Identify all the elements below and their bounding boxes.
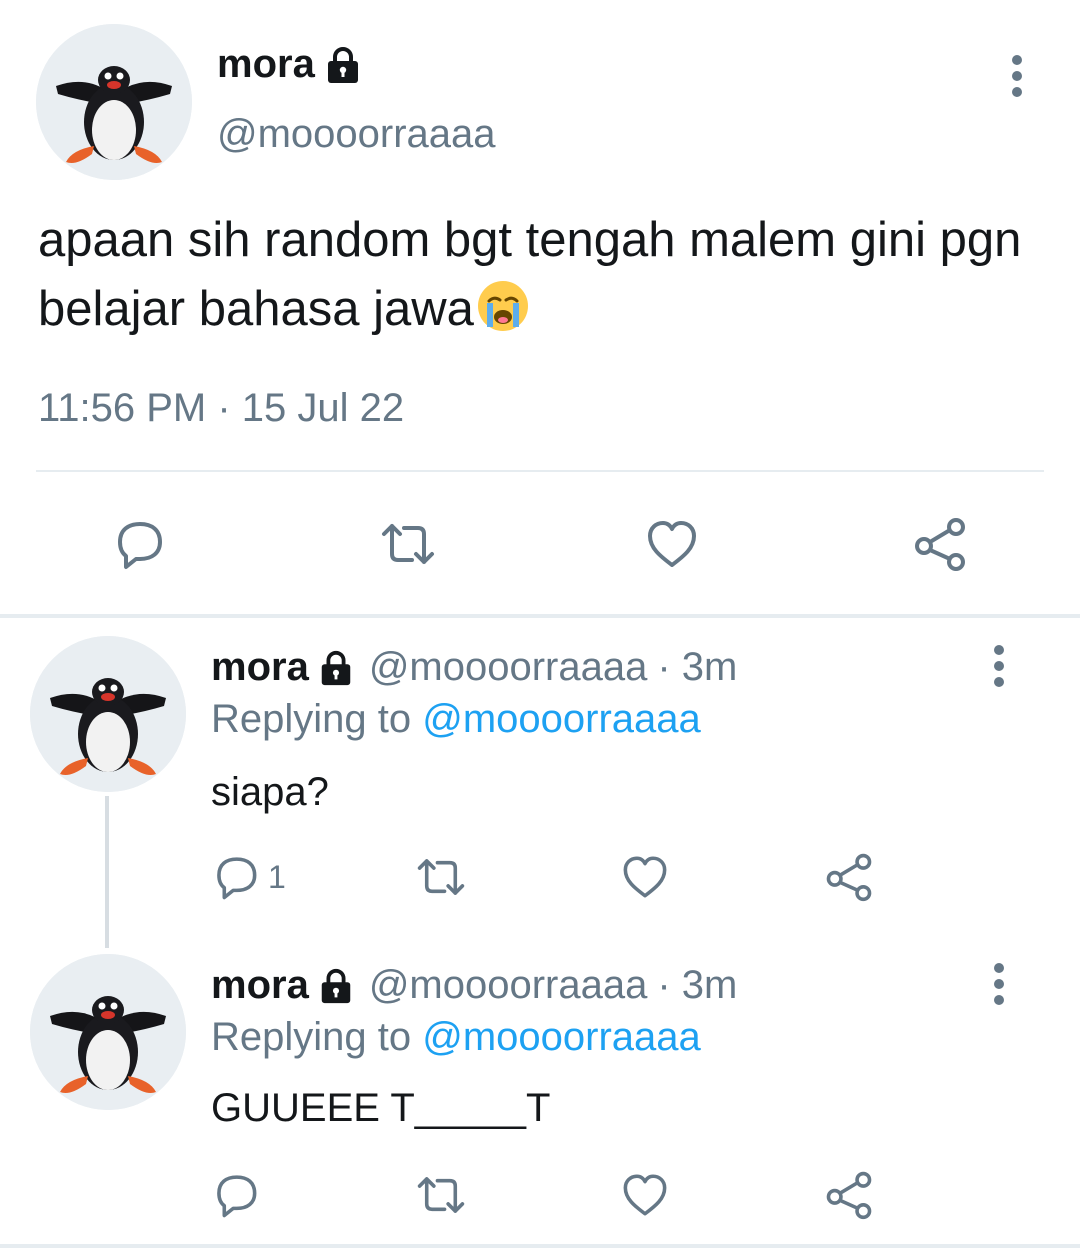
like-button[interactable]: [618, 852, 672, 902]
like-icon: [618, 852, 672, 902]
thread-line: [105, 796, 109, 948]
replying-prefix: Replying to: [211, 697, 412, 741]
reply-button[interactable]: [108, 516, 168, 572]
lock-icon: [317, 649, 355, 687]
retweet-button[interactable]: [412, 1170, 470, 1220]
like-button[interactable]: [618, 1170, 672, 1220]
lock-icon: [323, 45, 363, 85]
section-divider: [0, 614, 1080, 618]
tweet-timestamp[interactable]: 11:56 PM · 15 Jul 22: [38, 386, 404, 431]
retweet-button[interactable]: [376, 516, 440, 572]
reply-text: GUUEEE T_____T: [211, 1086, 551, 1130]
mention-link[interactable]: @moooorraaaa: [422, 697, 701, 741]
reply-time[interactable]: · 3m: [657, 645, 737, 690]
tweet-text: apaan sih random bgt tengah malem gini p…: [38, 206, 1038, 344]
author-handle[interactable]: @moooorraaaa: [369, 645, 648, 690]
more-options-icon[interactable]: [982, 960, 1016, 1008]
reply-time[interactable]: · 3m: [657, 963, 737, 1008]
reply-button[interactable]: 1: [208, 852, 286, 902]
reply-button[interactable]: [208, 1170, 262, 1220]
author-name-text[interactable]: mora: [217, 42, 315, 87]
reply-icon: [108, 516, 168, 572]
author-handle[interactable]: @moooorraaaa: [217, 112, 496, 157]
share-icon: [822, 1170, 876, 1220]
share-icon: [910, 516, 970, 572]
loudly-crying-face-icon: [477, 281, 528, 331]
share-button[interactable]: [822, 852, 876, 902]
divider: [0, 1244, 1080, 1248]
share-button[interactable]: [910, 516, 970, 572]
reply-text: siapa?: [211, 770, 329, 814]
mention-link[interactable]: @moooorraaaa: [422, 1015, 701, 1059]
avatar[interactable]: [30, 636, 186, 792]
lock-icon: [317, 967, 355, 1005]
avatar[interactable]: [30, 954, 186, 1110]
like-icon: [642, 516, 702, 572]
retweet-icon: [412, 852, 470, 902]
replying-to: Replying to @moooorraaaa: [211, 1015, 701, 1060]
reply-icon: [208, 1170, 262, 1220]
replying-to: Replying to @moooorraaaa: [211, 697, 701, 742]
author-handle[interactable]: @moooorraaaa: [369, 963, 648, 1008]
author-name[interactable]: mora: [211, 963, 309, 1008]
share-icon: [822, 852, 876, 902]
like-icon: [618, 1170, 672, 1220]
retweet-icon: [412, 1170, 470, 1220]
reply-count: 1: [268, 858, 286, 895]
avatar[interactable]: [36, 24, 192, 180]
replying-prefix: Replying to: [211, 1015, 412, 1059]
author-name[interactable]: mora: [217, 42, 363, 87]
reply-header: mora @moooorraaaa · 3m: [211, 645, 737, 690]
reply-icon: [208, 852, 262, 902]
like-button[interactable]: [642, 516, 702, 572]
retweet-button[interactable]: [412, 852, 470, 902]
retweet-icon: [376, 516, 440, 572]
more-options-icon[interactable]: [1000, 52, 1034, 100]
author-name[interactable]: mora: [211, 645, 309, 690]
reply-header: mora @moooorraaaa · 3m: [211, 963, 737, 1008]
divider: [36, 470, 1044, 472]
more-options-icon[interactable]: [982, 642, 1016, 690]
share-button[interactable]: [822, 1170, 876, 1220]
